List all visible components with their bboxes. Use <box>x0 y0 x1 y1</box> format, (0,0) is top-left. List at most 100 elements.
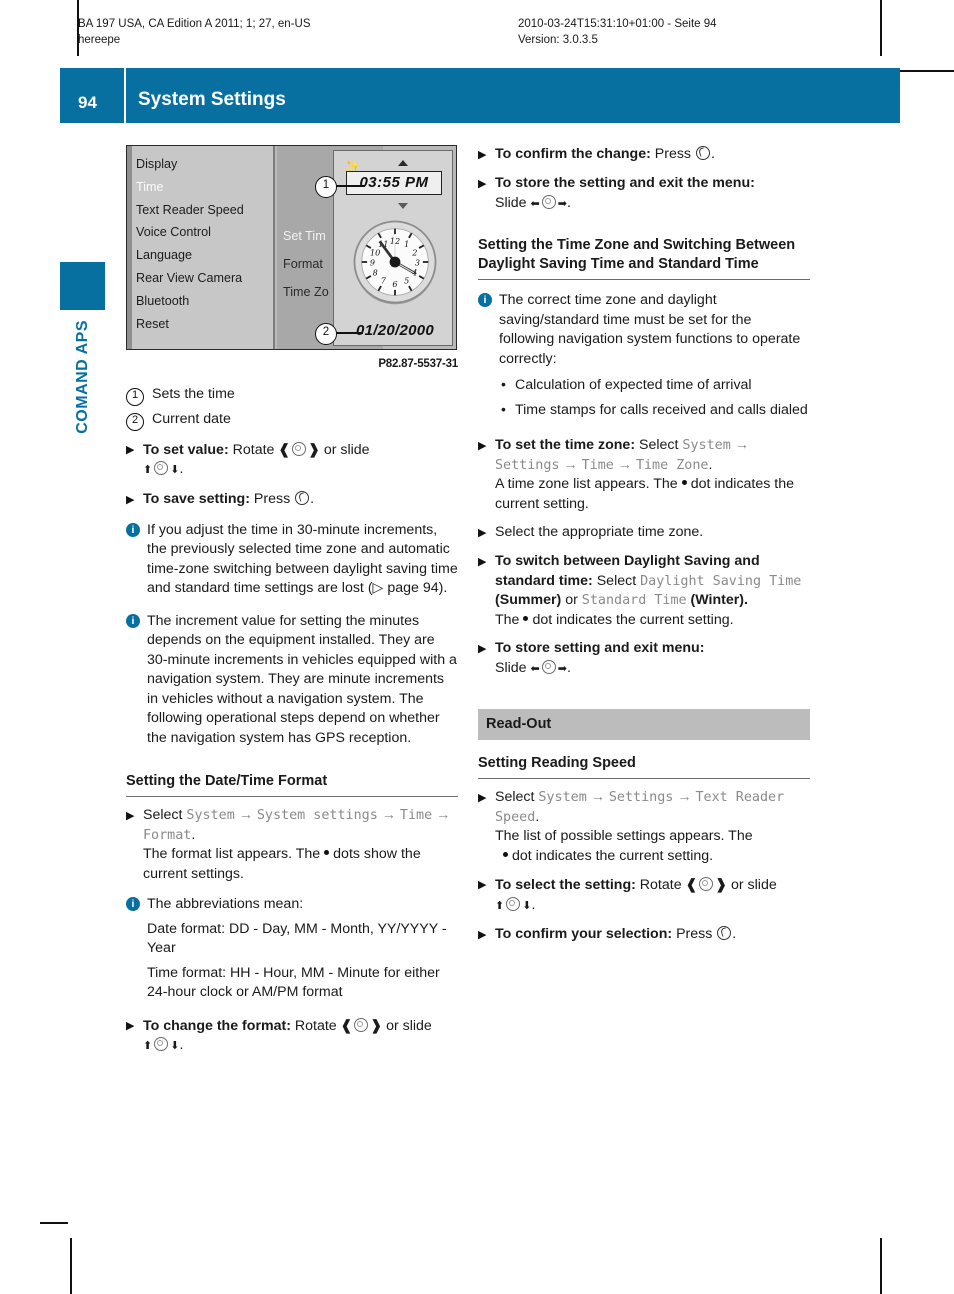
menu-path-time: Time <box>581 457 614 473</box>
step-period: . <box>566 659 571 676</box>
path-period: . <box>191 826 196 843</box>
step-bold-lead: To confirm the change: <box>495 146 651 162</box>
conjunction-or: or <box>565 592 578 608</box>
comand-submenu-item-set-time[interactable]: Set Tim <box>283 227 326 247</box>
step-action-rotate: Rotate <box>639 877 682 893</box>
step-arrow-icon: ▶ <box>478 556 487 568</box>
note-increment-value: i The increment value for setting the mi… <box>126 612 458 751</box>
step-text: To set the time zone: Select System → Se… <box>495 436 810 514</box>
step-bold-lead: To confirm your selection: <box>495 926 673 942</box>
section-tab-block <box>60 262 105 310</box>
running-head-left: BA 197 USA, CA Edition A 2011; 1; 27, en… <box>78 16 311 48</box>
step-bold-lead: To store the setting and exit the menu: <box>495 175 755 191</box>
step-action-rotate: Rotate <box>294 1017 337 1034</box>
step-bold-lead: To save setting: <box>143 490 250 507</box>
step-action-select: Select <box>143 807 183 823</box>
info-icon: i <box>126 612 147 628</box>
rotate-left-icon: ❰ <box>685 876 698 892</box>
note-paragraph: The increment value for setting the minu… <box>147 612 457 746</box>
step-period: . <box>566 194 571 211</box>
step-result-text-2: dot indicates the current setting. <box>532 611 734 628</box>
slide-right-icon: ➡ <box>557 662 567 675</box>
menu-path-format: Format <box>143 827 192 843</box>
list-item: Time stamps for calls received and calls… <box>499 400 810 421</box>
path-arrow-icon: → <box>238 807 253 823</box>
step-action-slide: Slide <box>495 194 527 211</box>
slide-right-icon: ➡ <box>557 197 567 210</box>
info-icon: i <box>126 895 147 911</box>
svg-text:6: 6 <box>392 279 397 289</box>
doc-timestamp-line: 2010-03-24T15:31:10+01:00 - Seite 94 <box>518 18 717 30</box>
step-confirm-selection: ▶ To confirm your selection: Press . <box>478 925 810 945</box>
controller-knob-icon <box>541 194 556 209</box>
comand-time-value[interactable]: 03:55 PM <box>346 171 442 195</box>
comand-menu-item-rear-view-camera[interactable]: Rear View Camera <box>136 267 276 290</box>
step-action-press: Press <box>654 146 692 162</box>
comand-menu-item-time[interactable]: Time <box>136 176 276 199</box>
left-column: Display Time Text Reader Speed Voice Con… <box>126 145 458 1066</box>
menu-path-system: System <box>186 808 235 823</box>
page-number: 94 <box>78 93 97 112</box>
comand-menu-item-language[interactable]: Language <box>136 244 276 267</box>
menu-path-time-zone: Time Zone <box>635 457 709 473</box>
step-text: Select System → Settings → Text Reader S… <box>495 788 810 866</box>
comand-submenu-item-time-zone[interactable]: Time Zo <box>283 283 329 303</box>
step-text: To switch between Daylight Saving and st… <box>495 552 810 630</box>
note-text: The correct time zone and daylight savin… <box>499 291 810 425</box>
step-select-format-path: ▶ Select System → System settings → Time… <box>126 806 458 884</box>
comand-menu-item-voice-control[interactable]: Voice Control <box>136 221 276 244</box>
setting-dot-icon <box>523 615 529 621</box>
slide-up-icon: ⬆ <box>495 899 505 912</box>
crop-mark-top-right-v <box>880 0 882 56</box>
callout-leader-1 <box>335 185 365 187</box>
comand-menu-item-reset[interactable]: Reset <box>136 313 276 336</box>
step-period: . <box>732 926 737 942</box>
doc-code-line: hereepe <box>78 34 121 46</box>
svg-text:3: 3 <box>415 258 420 268</box>
note-correct-time-zone: i The correct time zone and daylight sav… <box>478 291 810 425</box>
info-icon: i <box>126 521 147 537</box>
step-select-appropriate-time-zone: ▶ Select the appropriate time zone. <box>478 523 810 543</box>
comand-scrollbar <box>127 146 132 349</box>
setting-dot-icon <box>503 851 508 857</box>
path-arrow-icon: → <box>590 789 605 805</box>
note-text: If you adjust the time in 30-minute incr… <box>147 521 458 601</box>
step-set-value: ▶ To set value: Rotate ❰ ❱ or slide ⬆ ⬇. <box>126 440 458 481</box>
step-arrow-icon: ▶ <box>478 527 487 539</box>
controller-knob-icon <box>354 1017 369 1032</box>
note-paragraph: Date format: DD - Day, MM - Month, YY/YY… <box>147 920 447 957</box>
path-arrow-icon: → <box>563 456 578 473</box>
comand-menu-item-display[interactable]: Display <box>136 153 276 176</box>
menu-path-settings: Settings <box>608 790 674 805</box>
comand-menu-item-text-reader-speed[interactable]: Text Reader Speed <box>136 199 276 222</box>
rotate-left-icon: ❰ <box>278 440 291 457</box>
controller-knob-icon <box>699 877 714 891</box>
step-result-text-2: dot indicates the current setting. <box>512 847 714 864</box>
step-save-setting: ▶ To save setting: Press . <box>126 490 458 510</box>
press-knob-icon <box>717 926 732 940</box>
list-item: Calculation of expected time of arrival <box>499 375 810 396</box>
path-period: . <box>535 808 540 825</box>
step-text: To save setting: Press . <box>143 490 458 510</box>
menu-path-standard-time: Standard Time <box>581 593 687 608</box>
step-period: . <box>179 1037 184 1053</box>
arrow-up-icon[interactable] <box>398 160 408 166</box>
step-text: Select the appropriate time zone. <box>495 524 704 540</box>
comand-submenu-item-format[interactable]: Format <box>283 255 323 275</box>
comand-menu-item-bluetooth[interactable]: Bluetooth <box>136 290 276 313</box>
controller-knob-icon <box>154 1037 169 1051</box>
step-arrow-icon: ▶ <box>126 810 135 822</box>
path-arrow-icon: → <box>381 807 396 823</box>
figure-legend: 1 Sets the time 2 Current date <box>126 385 458 431</box>
step-bold-lead: To store setting and exit menu: <box>495 640 705 656</box>
svg-text:5: 5 <box>404 276 409 286</box>
page-title: System Settings <box>138 89 286 110</box>
svg-text:7: 7 <box>381 276 387 286</box>
season-winter: (Winter). <box>690 592 748 608</box>
step-arrow-icon: ▶ <box>126 493 135 506</box>
crop-mark-bottom-left-h <box>40 1222 68 1224</box>
arrow-down-icon[interactable] <box>398 203 408 209</box>
step-arrow-icon: ▶ <box>478 440 487 452</box>
slide-left-icon: ⬅ <box>530 662 540 675</box>
menu-path-settings: Settings <box>495 457 560 473</box>
